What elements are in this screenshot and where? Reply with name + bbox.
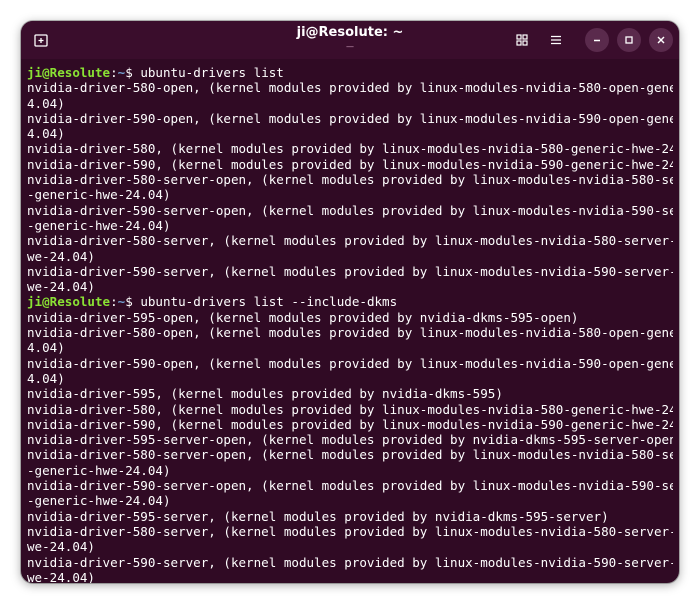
output-line: -generic-hwe-24.04) <box>27 187 171 203</box>
output-line: nvidia-driver-595, (kernel modules provi… <box>27 386 503 402</box>
prompt-separator: : <box>110 294 118 310</box>
output-line: 4.04) <box>27 340 65 356</box>
output-line: 4.04) <box>27 370 65 386</box>
minimize-icon <box>594 39 600 42</box>
output-line: nvidia-driver-590, (kernel modules provi… <box>27 416 673 432</box>
output-line: nvidia-driver-590-server, (kernel module… <box>27 263 673 279</box>
command-text: ubuntu-drivers list <box>140 65 284 80</box>
output-line: we-24.04) <box>27 279 95 295</box>
output-line: nvidia-driver-590-server, (kernel module… <box>27 554 673 570</box>
minimize-button[interactable] <box>585 28 609 52</box>
output-line: nvidia-driver-590-open, (kernel modules … <box>27 110 673 126</box>
output-line: we-24.04) <box>27 248 95 264</box>
output-line: nvidia-driver-590-open, (kernel modules … <box>27 355 673 371</box>
output-line: nvidia-driver-580-open, (kernel modules … <box>27 325 673 341</box>
hamburger-menu-icon <box>551 35 561 45</box>
output-line: nvidia-driver-580-server-open, (kernel m… <box>27 447 673 463</box>
prompt-symbol: $ <box>125 294 141 310</box>
output-line: 4.04) <box>27 126 65 142</box>
output-line: nvidia-driver-595-open, (kernel modules … <box>27 309 579 325</box>
output-line: nvidia-driver-595-server, (kernel module… <box>27 508 609 524</box>
grid-view-icon <box>516 34 528 46</box>
output-line: -generic-hwe-24.04) <box>27 217 171 233</box>
prompt-line: ji@Resolute:~$ ubuntu-drivers list <box>27 65 673 80</box>
prompt-separator: : <box>110 65 118 80</box>
window-controls <box>509 27 673 53</box>
output-line: nvidia-driver-595-server-open, (kernel m… <box>27 432 673 448</box>
output-line: nvidia-driver-590-server-open, (kernel m… <box>27 202 673 218</box>
title-bar[interactable]: ji@Resolute: ~ — <box>21 21 679 59</box>
close-icon <box>657 36 665 44</box>
output-line: -generic-hwe-24.04) <box>27 462 171 478</box>
prompt-user: ji@Resolute <box>27 294 111 310</box>
prompt-symbol: $ <box>125 65 141 80</box>
maximize-icon <box>625 36 633 44</box>
prompt-user: ji@Resolute <box>27 65 111 80</box>
output-line: we-24.04) <box>27 539 95 555</box>
output-line: nvidia-driver-590, (kernel modules provi… <box>27 156 673 172</box>
output-line: nvidia-driver-580-server-open, (kernel m… <box>27 172 673 188</box>
output-line: we-24.04) <box>27 569 95 583</box>
output-line: nvidia-driver-580-server, (kernel module… <box>27 523 673 539</box>
maximize-button[interactable] <box>617 28 641 52</box>
output-line: -generic-hwe-24.04) <box>27 493 171 509</box>
close-button[interactable] <box>649 28 673 52</box>
output-line: nvidia-driver-590-server-open, (kernel m… <box>27 478 673 494</box>
command-text: ubuntu-drivers list --include-dkms <box>140 294 398 310</box>
output-line: nvidia-driver-580, (kernel modules provi… <box>27 141 673 157</box>
terminal-window: ji@Resolute: ~ — ji@Resolute:~$ ubuntu-d… <box>21 21 679 583</box>
prompt-line: ji@Resolute:~$ ubuntu-drivers list --inc… <box>27 294 673 309</box>
output-line: nvidia-driver-580-server, (kernel module… <box>27 233 673 249</box>
output-line: nvidia-driver-580-open, (kernel modules … <box>27 80 673 96</box>
output-line: 4.04) <box>27 95 65 111</box>
output-line: nvidia-driver-580, (kernel modules provi… <box>27 401 673 417</box>
grid-view-button[interactable] <box>509 27 535 53</box>
terminal-output[interactable]: ji@Resolute:~$ ubuntu-drivers list nvidia… <box>21 65 679 583</box>
menu-button[interactable] <box>543 27 569 53</box>
